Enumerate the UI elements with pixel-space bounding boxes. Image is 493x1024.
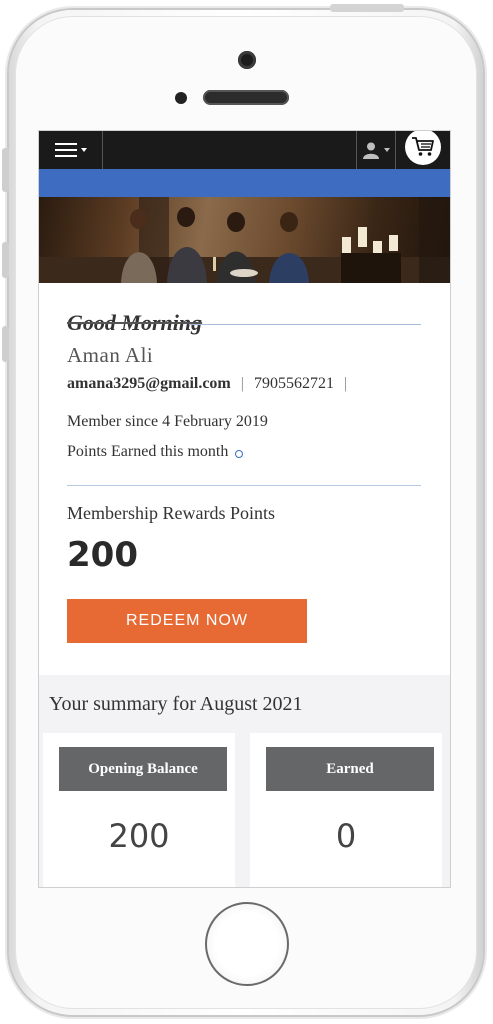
- hamburger-menu-icon: [54, 143, 77, 157]
- separator: |: [343, 375, 348, 392]
- member-since: Member since 4 February 2019: [67, 413, 268, 430]
- rewards-points-value: 200: [67, 535, 138, 575]
- contact-line: amana3295@gmail.com | 7905562721 |: [67, 375, 353, 393]
- earned-value: 0: [335, 817, 357, 855]
- home-button[interactable]: [205, 902, 289, 986]
- cart-button[interactable]: [405, 131, 441, 165]
- user-icon: [363, 142, 379, 159]
- chevron-down-icon: [384, 148, 390, 152]
- menu-button[interactable]: [39, 131, 103, 169]
- front-camera: [238, 51, 256, 69]
- section-divider: [67, 485, 421, 486]
- volume-up-button: [2, 242, 9, 278]
- top-navigation-bar: [39, 131, 450, 169]
- points-earned-month-label: Points Earned this month: [67, 443, 229, 460]
- member-phone: 7905562721: [253, 375, 334, 392]
- separator: |: [240, 375, 244, 392]
- proximity-sensor: [175, 92, 187, 104]
- member-email: amana3295@gmail.com: [67, 375, 231, 392]
- earned-tile: Earned 0: [250, 733, 442, 887]
- accent-banner-strip: [39, 169, 450, 197]
- mute-switch: [2, 148, 9, 192]
- user-menu-button[interactable]: [356, 131, 396, 169]
- power-button: [330, 4, 404, 12]
- app-screen: Good Morning Aman Ali amana3295@gmail.co…: [38, 130, 451, 888]
- cart-icon: [412, 137, 434, 156]
- earpiece-speaker: [203, 90, 289, 105]
- greeting-underline: [189, 324, 421, 325]
- rewards-points-label: Membership Rewards Points: [67, 503, 275, 523]
- greeting-text: Good Morning: [67, 310, 203, 335]
- info-dot-icon[interactable]: [235, 449, 244, 458]
- hero-image: [39, 197, 450, 283]
- member-name: Aman Ali: [67, 343, 154, 367]
- redeem-now-button[interactable]: REDEEM NOW: [67, 599, 307, 643]
- summary-title: Your summary for August 2021: [49, 693, 303, 715]
- opening-balance-tile: Opening Balance 200: [43, 733, 235, 887]
- volume-down-button: [2, 326, 9, 362]
- member-info-card: Good Morning Aman Ali amana3295@gmail.co…: [39, 283, 450, 675]
- opening-balance-value: 200: [108, 817, 170, 855]
- dining-scene-illustration: [39, 197, 450, 283]
- opening-balance-label: Opening Balance: [59, 747, 227, 791]
- points-earned-month: Points Earned this month: [67, 443, 244, 461]
- chevron-down-icon: [80, 148, 87, 152]
- earned-label: Earned: [266, 747, 434, 791]
